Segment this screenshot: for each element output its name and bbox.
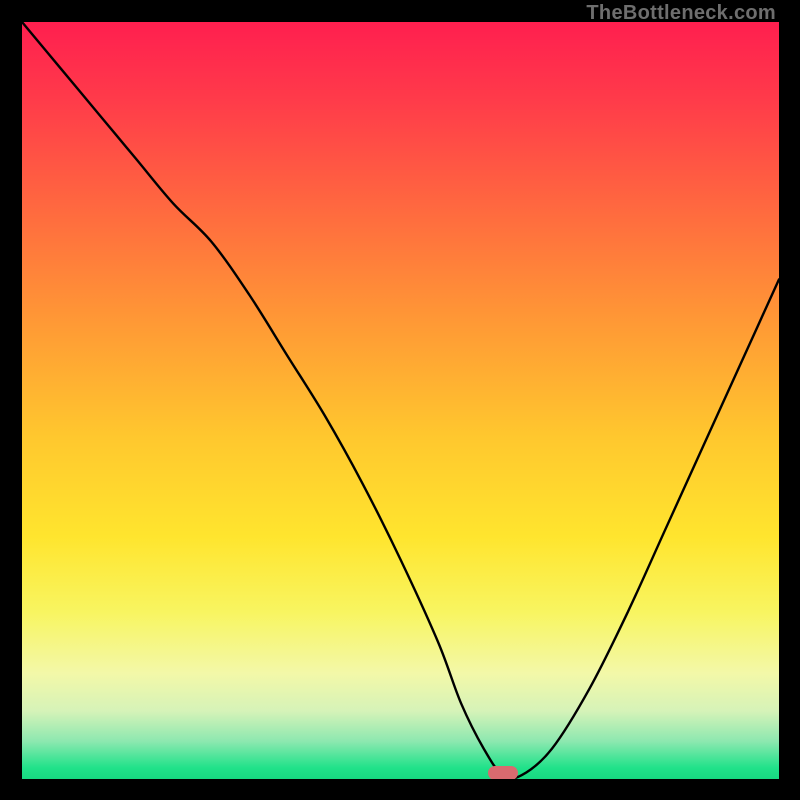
chart-stage: TheBottleneck.com xyxy=(0,0,800,800)
optimal-point-marker xyxy=(488,766,518,779)
plot-area xyxy=(22,22,779,779)
bottleneck-curve xyxy=(22,22,779,779)
